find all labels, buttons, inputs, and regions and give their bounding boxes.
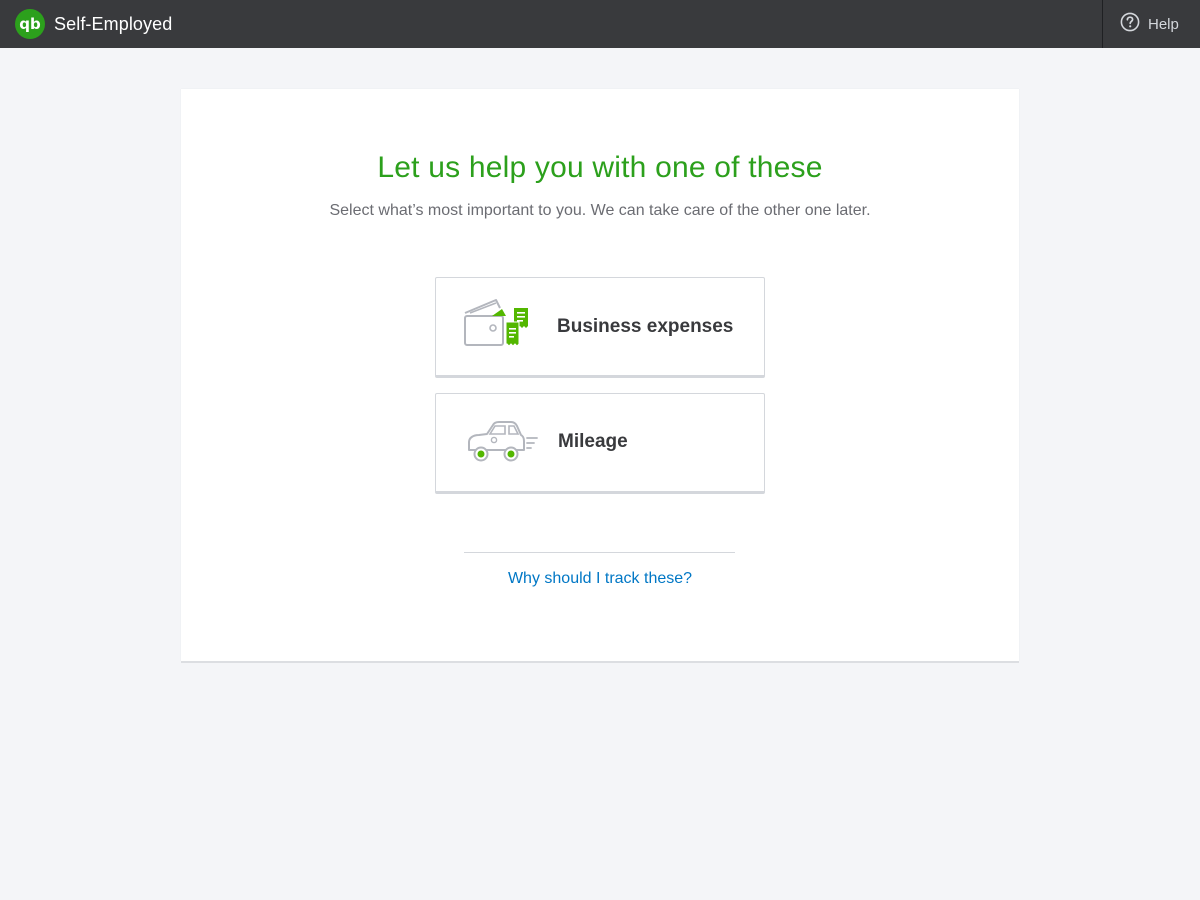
question-circle-icon bbox=[1120, 12, 1140, 37]
quickbooks-logo-icon: qb bbox=[15, 9, 45, 39]
app-name: Self-Employed bbox=[54, 13, 173, 34]
top-bar: qb Self-Employed Help bbox=[0, 0, 1200, 48]
business-expenses-option[interactable]: Business expenses bbox=[435, 277, 765, 378]
divider bbox=[464, 552, 735, 553]
page-subtitle: Select what’s most important to you. We … bbox=[329, 202, 871, 219]
onboarding-card: Let us help you with one of these Select… bbox=[181, 89, 1019, 661]
page-title: Let us help you with one of these bbox=[377, 151, 823, 184]
car-icon bbox=[465, 416, 541, 471]
help-label: Help bbox=[1148, 15, 1179, 33]
logo-text: qb bbox=[19, 15, 41, 33]
help-button[interactable]: Help bbox=[1102, 0, 1200, 48]
wallet-receipts-icon bbox=[462, 296, 532, 357]
why-track-link[interactable]: Why should I track these? bbox=[181, 570, 1019, 588]
mileage-label: Mileage bbox=[558, 431, 628, 452]
business-expenses-label: Business expenses bbox=[557, 316, 734, 337]
mileage-option[interactable]: Mileage bbox=[435, 393, 765, 494]
brand[interactable]: qb Self-Employed bbox=[15, 9, 172, 39]
